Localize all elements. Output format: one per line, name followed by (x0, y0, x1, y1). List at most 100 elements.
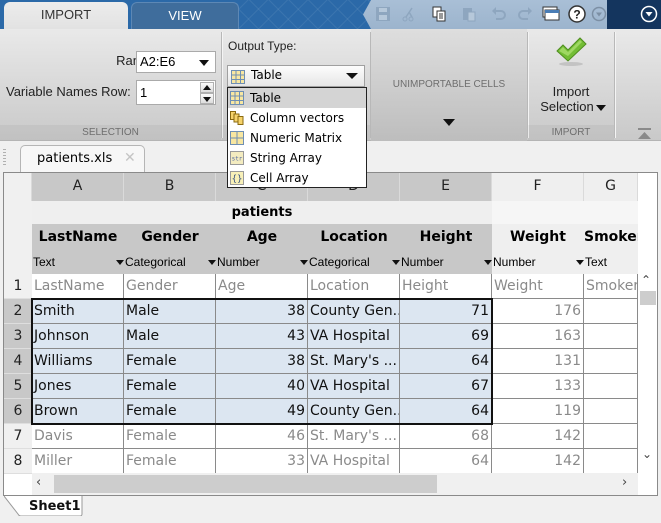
variable-type-dropdown[interactable]: Number (400, 251, 492, 274)
variable-name-weight[interactable]: Weight (492, 224, 584, 251)
grid-cell[interactable]: 71 (400, 299, 492, 324)
menu-item-table[interactable]: Table (228, 88, 366, 108)
grid-cell[interactable]: Age (216, 274, 308, 299)
grid-cell[interactable]: Weight (492, 274, 584, 299)
grid-cell[interactable]: Miller (32, 449, 124, 474)
menu-item-cell-array[interactable]: {} Cell Array (228, 168, 366, 188)
menu-item-string-array[interactable]: str String Array (228, 148, 366, 168)
sheet-tab[interactable]: Sheet1 (4, 496, 84, 516)
grid-cell[interactable]: St. Mary's ... (308, 349, 400, 374)
range-input[interactable]: A2:E6 (136, 51, 216, 73)
layout-button[interactable] (541, 4, 561, 24)
grid-cell[interactable]: 142 (492, 449, 584, 474)
save-button[interactable] (373, 4, 393, 24)
grid-cell[interactable]: 119 (492, 399, 584, 424)
table-name[interactable]: patients (32, 201, 492, 224)
menu-item-numeric-matrix[interactable]: Numeric Matrix (228, 128, 366, 148)
quick-access-menu[interactable] (607, 0, 661, 29)
grid-cell[interactable]: Gender (124, 274, 216, 299)
grid-cell[interactable]: 131 (492, 349, 584, 374)
grid-cell[interactable]: Male (124, 324, 216, 349)
grid-cell[interactable]: 69 (400, 324, 492, 349)
variable-name-smoker[interactable]: Smoker (584, 224, 638, 251)
grid-cell[interactable]: Smith (32, 299, 124, 324)
grid-cell[interactable]: 68 (400, 424, 492, 449)
grid-cell[interactable]: 43 (216, 324, 308, 349)
undo-button[interactable] (489, 4, 509, 24)
menu-item-column-vectors[interactable]: Column vectors (228, 108, 366, 128)
grid-cell[interactable]: 67 (400, 374, 492, 399)
help-button[interactable]: ? (567, 4, 587, 24)
redo-button[interactable] (515, 4, 535, 24)
drag-handle[interactable] (3, 149, 6, 167)
grid-corner[interactable] (4, 173, 32, 201)
grid-cell[interactable] (584, 449, 638, 474)
grid-cell[interactable]: VA Hospital (308, 324, 400, 349)
scroll-right-icon[interactable]: › (622, 475, 627, 490)
grid-cell[interactable]: 163 (492, 324, 584, 349)
grid-cell[interactable]: 64 (400, 349, 492, 374)
cut-button[interactable] (399, 4, 419, 24)
grid-cell[interactable]: St. Mary's ... (308, 424, 400, 449)
grid-cell[interactable]: County Gen... (308, 299, 400, 324)
grid-cell[interactable]: 33 (216, 449, 308, 474)
grid-cell[interactable]: 40 (216, 374, 308, 399)
column-header-b[interactable]: B (124, 173, 216, 201)
variable-type-dropdown[interactable]: Text (584, 251, 638, 274)
grid-cell[interactable]: 38 (216, 349, 308, 374)
grid-cell[interactable]: 142 (492, 424, 584, 449)
grid-cell[interactable]: 64 (400, 449, 492, 474)
grid-cell[interactable]: 38 (216, 299, 308, 324)
row-header-6[interactable]: 6 (4, 399, 32, 424)
horizontal-scrollbar[interactable]: ‹ › (32, 473, 638, 495)
grid-cell[interactable]: Location (308, 274, 400, 299)
grid-cell[interactable]: 176 (492, 299, 584, 324)
grid-cell[interactable]: LastName (32, 274, 124, 299)
document-tab[interactable]: patients.xls ✕ (20, 145, 145, 173)
grid-cell[interactable]: VA Hospital (308, 449, 400, 474)
variable-name-height[interactable]: Height (400, 224, 492, 251)
variable-type-dropdown[interactable]: Categorical (124, 251, 216, 274)
column-header-e[interactable]: E (400, 173, 492, 201)
copy-button[interactable] (429, 4, 449, 24)
column-header-a[interactable]: A (32, 173, 124, 201)
grid-cell[interactable]: Williams (32, 349, 124, 374)
spinner-up-button[interactable] (200, 82, 214, 93)
scroll-left-icon[interactable]: ‹ (36, 475, 41, 490)
close-icon[interactable]: ✕ (124, 150, 136, 166)
tab-import[interactable]: IMPORT (4, 2, 128, 29)
grid-cell[interactable] (584, 399, 638, 424)
tab-view[interactable]: VIEW (131, 2, 239, 29)
scroll-up-icon[interactable]: ⌃ (641, 273, 651, 287)
grid-cell[interactable]: Female (124, 449, 216, 474)
variable-name-gender[interactable]: Gender (124, 224, 216, 251)
column-header-f[interactable]: F (492, 173, 584, 201)
grid-cell[interactable]: Height (400, 274, 492, 299)
row-header-1[interactable]: 1 (4, 274, 32, 299)
grid-cell[interactable]: Female (124, 399, 216, 424)
grid-cell[interactable]: Smoker (584, 274, 638, 299)
variable-type-dropdown[interactable]: Categorical (308, 251, 400, 274)
row-header-7[interactable]: 7 (4, 424, 32, 449)
vertical-scroll-thumb[interactable] (640, 291, 656, 305)
output-type-dropdown[interactable]: Table (227, 65, 365, 87)
grid-cell[interactable] (584, 299, 638, 324)
grid-cell[interactable]: Jones (32, 374, 124, 399)
variable-type-dropdown[interactable]: Text (32, 251, 124, 274)
grid-cell[interactable] (584, 349, 638, 374)
variable-type-dropdown[interactable]: Number (492, 251, 584, 274)
grid-cell[interactable]: Brown (32, 399, 124, 424)
grid-cell[interactable]: 49 (216, 399, 308, 424)
grid-cell[interactable]: County Gen... (308, 399, 400, 424)
variable-type-dropdown[interactable]: Number (216, 251, 308, 274)
row-header-2[interactable]: 2 (4, 299, 32, 324)
row-header-5[interactable]: 5 (4, 374, 32, 399)
variable-names-row-input[interactable]: 1 (136, 80, 216, 105)
grid-cell[interactable]: Davis (32, 424, 124, 449)
scroll-down-icon[interactable]: ⌄ (642, 447, 652, 461)
options-button[interactable] (589, 4, 607, 24)
grid-cell[interactable]: Female (124, 424, 216, 449)
horizontal-scroll-thumb[interactable] (54, 475, 437, 493)
grid-cell[interactable]: 46 (216, 424, 308, 449)
grid-cell[interactable]: Female (124, 349, 216, 374)
